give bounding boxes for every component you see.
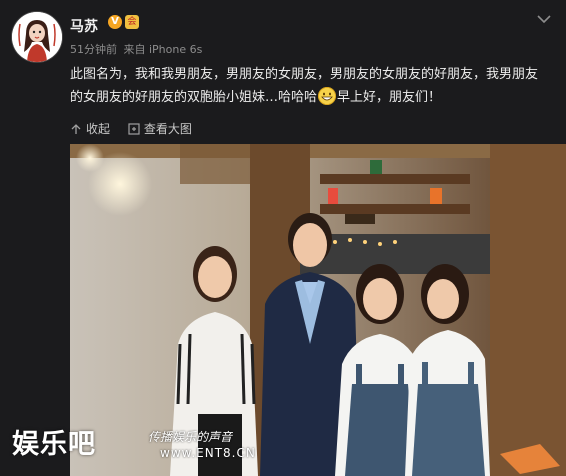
weibo-post: 马苏 V 会 51分钟前 来自 iPhone 6s 此图名为，我和我男朋友，男朋…	[0, 0, 566, 476]
user-avatar[interactable]	[12, 12, 62, 62]
media-actions: 收起 查看大图	[70, 120, 206, 138]
post-photo[interactable]	[70, 144, 566, 476]
collapse-button[interactable]: 收起	[70, 120, 110, 137]
verified-badge-icon: V	[108, 15, 122, 29]
grinning-face-icon	[318, 87, 337, 105]
arrow-up-icon	[71, 123, 81, 134]
post-text-main: 此图名为，我和我男朋友，男朋友的女朋友，男朋友的女朋友的好朋友，我男朋友的女朋友…	[70, 67, 539, 105]
collapse-label: 收起	[86, 122, 111, 136]
post-meta: 51分钟前 来自 iPhone 6s	[70, 41, 205, 57]
view-large-label: 查看大图	[143, 122, 192, 136]
zoom-image-icon	[128, 122, 140, 135]
member-badge-icon: 会	[125, 15, 139, 29]
view-large-button[interactable]: 查看大图	[128, 120, 192, 137]
post-text: 此图名为，我和我男朋友，男朋友的女朋友，男朋友的女朋友的好朋友，我男朋友的女朋友…	[70, 63, 548, 109]
post-time[interactable]: 51分钟前	[70, 43, 117, 56]
avatar-illustration	[12, 12, 62, 62]
chevron-down-icon[interactable]	[536, 14, 552, 24]
group-photo-image	[70, 144, 566, 476]
watermark-url: www.ENT8.CN	[160, 446, 256, 460]
watermark-slogan: 传播娱乐的声音	[148, 430, 233, 444]
watermark-logo: 娱乐吧	[12, 429, 96, 460]
post-text-greeting: 早上好，朋友们！	[337, 90, 442, 105]
username[interactable]: 马苏	[70, 16, 98, 36]
post-source: 来自 iPhone 6s	[123, 43, 203, 56]
